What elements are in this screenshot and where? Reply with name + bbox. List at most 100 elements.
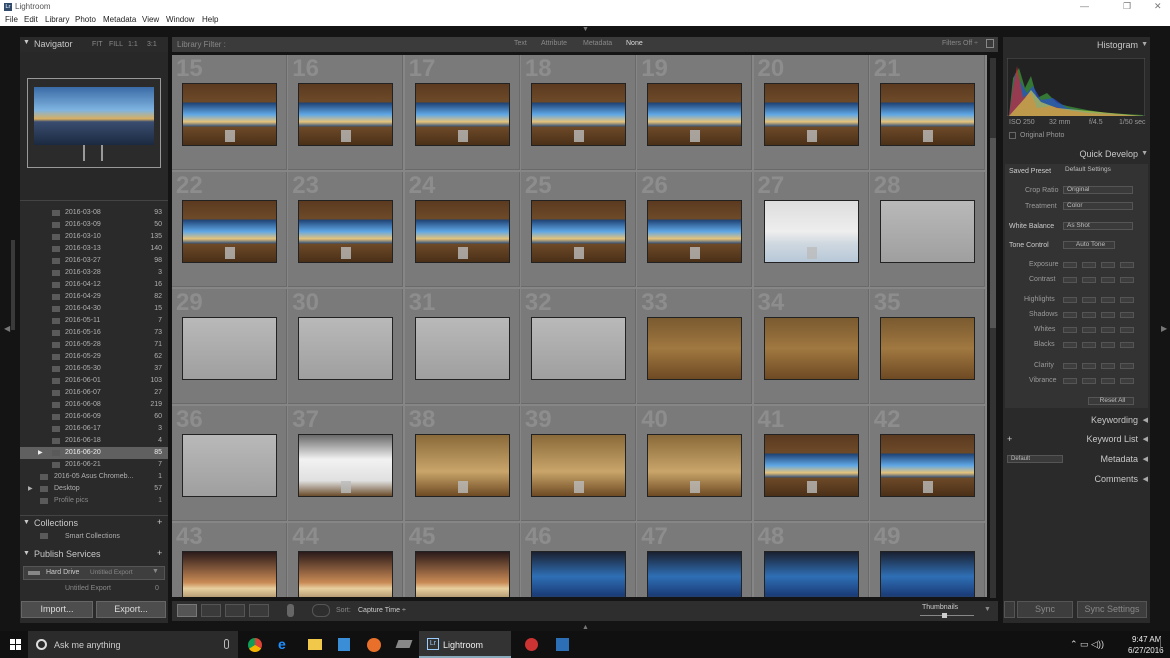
reset-all-button[interactable]: Reset All: [1088, 397, 1134, 405]
thumbnail-cell[interactable]: 21: [869, 55, 985, 170]
firefox-icon[interactable]: [367, 638, 381, 652]
adjust-step-button[interactable]: [1063, 378, 1077, 384]
folder-row[interactable]: 2016-06-08 219: [20, 399, 168, 411]
navigator-preview[interactable]: [20, 52, 168, 200]
adjust-step-button[interactable]: [1063, 327, 1077, 333]
thumbnail-cell[interactable]: 25: [520, 172, 636, 287]
thumbnail-image[interactable]: [647, 317, 743, 380]
folder-row[interactable]: Profile pics 1: [20, 495, 168, 507]
thumbnail-cell[interactable]: 40: [637, 406, 753, 521]
thumbnail-cell[interactable]: 45: [404, 523, 520, 597]
clock-time[interactable]: 9:47 AM: [1132, 635, 1161, 644]
hard-drive-service[interactable]: Hard Drive Untitled Export ▼: [23, 566, 165, 580]
thumbnail-cell[interactable]: 46: [520, 523, 636, 597]
thumbnail-image[interactable]: [182, 551, 277, 597]
sync-settings-button[interactable]: Sync Settings: [1077, 601, 1147, 618]
keywording-title[interactable]: Keywording: [1091, 415, 1138, 425]
thumbnail-image[interactable]: [530, 317, 626, 380]
thumbnail-image[interactable]: [763, 200, 859, 263]
menu-window[interactable]: Window: [166, 15, 194, 24]
menu-metadata[interactable]: Metadata: [103, 15, 136, 24]
thumbnail-cell[interactable]: 17: [404, 55, 520, 170]
thumbnail-cell[interactable]: 44: [288, 523, 404, 597]
folder-row[interactable]: 2016-03-28 3: [20, 267, 168, 279]
thumbnail-image[interactable]: [879, 551, 975, 597]
folder-row[interactable]: 2016-06-18 4: [20, 435, 168, 447]
thumbnail-cell[interactable]: 23: [288, 172, 404, 287]
folder-row-selected[interactable]: ▶ 2016-06-20 85: [20, 447, 168, 459]
thumbnail-cell[interactable]: 34: [753, 289, 869, 404]
action-center-icon[interactable]: [1160, 637, 1167, 651]
thumbnail-image[interactable]: [298, 200, 394, 263]
filter-attribute[interactable]: Attribute: [541, 40, 567, 47]
thumbnail-cell[interactable]: 27: [753, 172, 869, 287]
filters-off-dropdown[interactable]: Filters Off ÷: [942, 40, 978, 47]
survey-view-icon[interactable]: [249, 604, 269, 617]
thumbnail-cell[interactable]: 32: [520, 289, 636, 404]
thumbnail-cell[interactable]: 16: [288, 55, 404, 170]
folder-row[interactable]: 2016-06-17 3: [20, 423, 168, 435]
thumbnail-image[interactable]: [879, 434, 975, 497]
thumbnail-cell[interactable]: 31: [404, 289, 520, 404]
app-icon-2[interactable]: [525, 638, 538, 651]
thumbnail-size-slider[interactable]: [920, 613, 974, 618]
thumbnail-image[interactable]: [763, 83, 859, 146]
loupe-view-icon[interactable]: [201, 604, 221, 617]
adjust-step-button[interactable]: [1120, 363, 1134, 369]
folder-row[interactable]: 2016-03-13 140: [20, 243, 168, 255]
adjust-step-button[interactable]: [1082, 312, 1096, 318]
menu-edit[interactable]: Edit: [24, 15, 38, 24]
thumbnail-image[interactable]: [414, 200, 510, 263]
folder-row[interactable]: 2016-06-07 27: [20, 387, 168, 399]
thumbnail-cell[interactable]: 49: [869, 523, 985, 597]
thumbnail-cell[interactable]: 48: [753, 523, 869, 597]
adjust-step-button[interactable]: [1082, 378, 1096, 384]
thumbnail-image[interactable]: [182, 200, 277, 263]
untitled-export-collection[interactable]: Untitled Export: [65, 585, 111, 592]
thumbnail-cell[interactable]: 38: [404, 406, 520, 521]
collections-collapse-icon[interactable]: ▼: [23, 519, 30, 526]
keyword-list-title[interactable]: Keyword List: [1086, 434, 1138, 444]
app-icon-3[interactable]: [556, 638, 569, 651]
zoom-fit[interactable]: FIT: [92, 41, 103, 48]
adjust-step-button[interactable]: [1101, 262, 1115, 268]
thumbnail-cell[interactable]: 36: [172, 406, 287, 521]
menu-file[interactable]: File: [5, 15, 18, 24]
thumbnail-cell[interactable]: 30: [288, 289, 404, 404]
adjust-step-button[interactable]: [1063, 262, 1077, 268]
thumbnail-image[interactable]: [647, 434, 743, 497]
add-collection-button[interactable]: +: [157, 517, 162, 527]
adjust-step-button[interactable]: [1101, 363, 1115, 369]
adjust-step-button[interactable]: [1120, 277, 1134, 283]
folder-row[interactable]: 2016-06-09 60: [20, 411, 168, 423]
close-button[interactable]: ✕: [1154, 1, 1162, 12]
thumbnail-image[interactable]: [414, 317, 510, 380]
thumbnail-cell[interactable]: 26: [637, 172, 753, 287]
thumbnail-image[interactable]: [182, 83, 277, 146]
thumbnail-cell[interactable]: 24: [404, 172, 520, 287]
thumbnail-image[interactable]: [530, 83, 626, 146]
thumbnail-cell[interactable]: 15: [172, 55, 287, 170]
store-icon[interactable]: [338, 638, 350, 651]
adjust-step-button[interactable]: [1082, 342, 1096, 348]
metadata-preset-dropdown[interactable]: Default: [1007, 455, 1063, 463]
compare-view-icon[interactable]: [225, 604, 245, 617]
adjust-step-button[interactable]: [1120, 262, 1134, 268]
folder-row[interactable]: 2016-05-28 71: [20, 339, 168, 351]
thumbnail-cell[interactable]: 43: [172, 523, 287, 597]
menu-view[interactable]: View: [142, 15, 159, 24]
folder-row[interactable]: 2016-05-11 7: [20, 315, 168, 327]
thumbnail-image[interactable]: [414, 434, 510, 497]
adjust-step-button[interactable]: [1101, 312, 1115, 318]
add-keyword-button[interactable]: +: [1007, 434, 1012, 444]
sync-button[interactable]: Sync: [1017, 601, 1073, 618]
zoom-1-1[interactable]: 1:1: [128, 41, 138, 48]
cortana-search-box[interactable]: Ask me anything: [28, 631, 238, 658]
folder-row[interactable]: 2016-04-29 82: [20, 291, 168, 303]
thumbnail-cell[interactable]: 28: [869, 172, 985, 287]
adjust-step-button[interactable]: [1082, 277, 1096, 283]
adjust-step-button[interactable]: [1101, 342, 1115, 348]
folder-row[interactable]: 2016-04-30 15: [20, 303, 168, 315]
add-publish-service-button[interactable]: +: [157, 548, 162, 558]
menu-photo[interactable]: Photo: [75, 15, 96, 24]
